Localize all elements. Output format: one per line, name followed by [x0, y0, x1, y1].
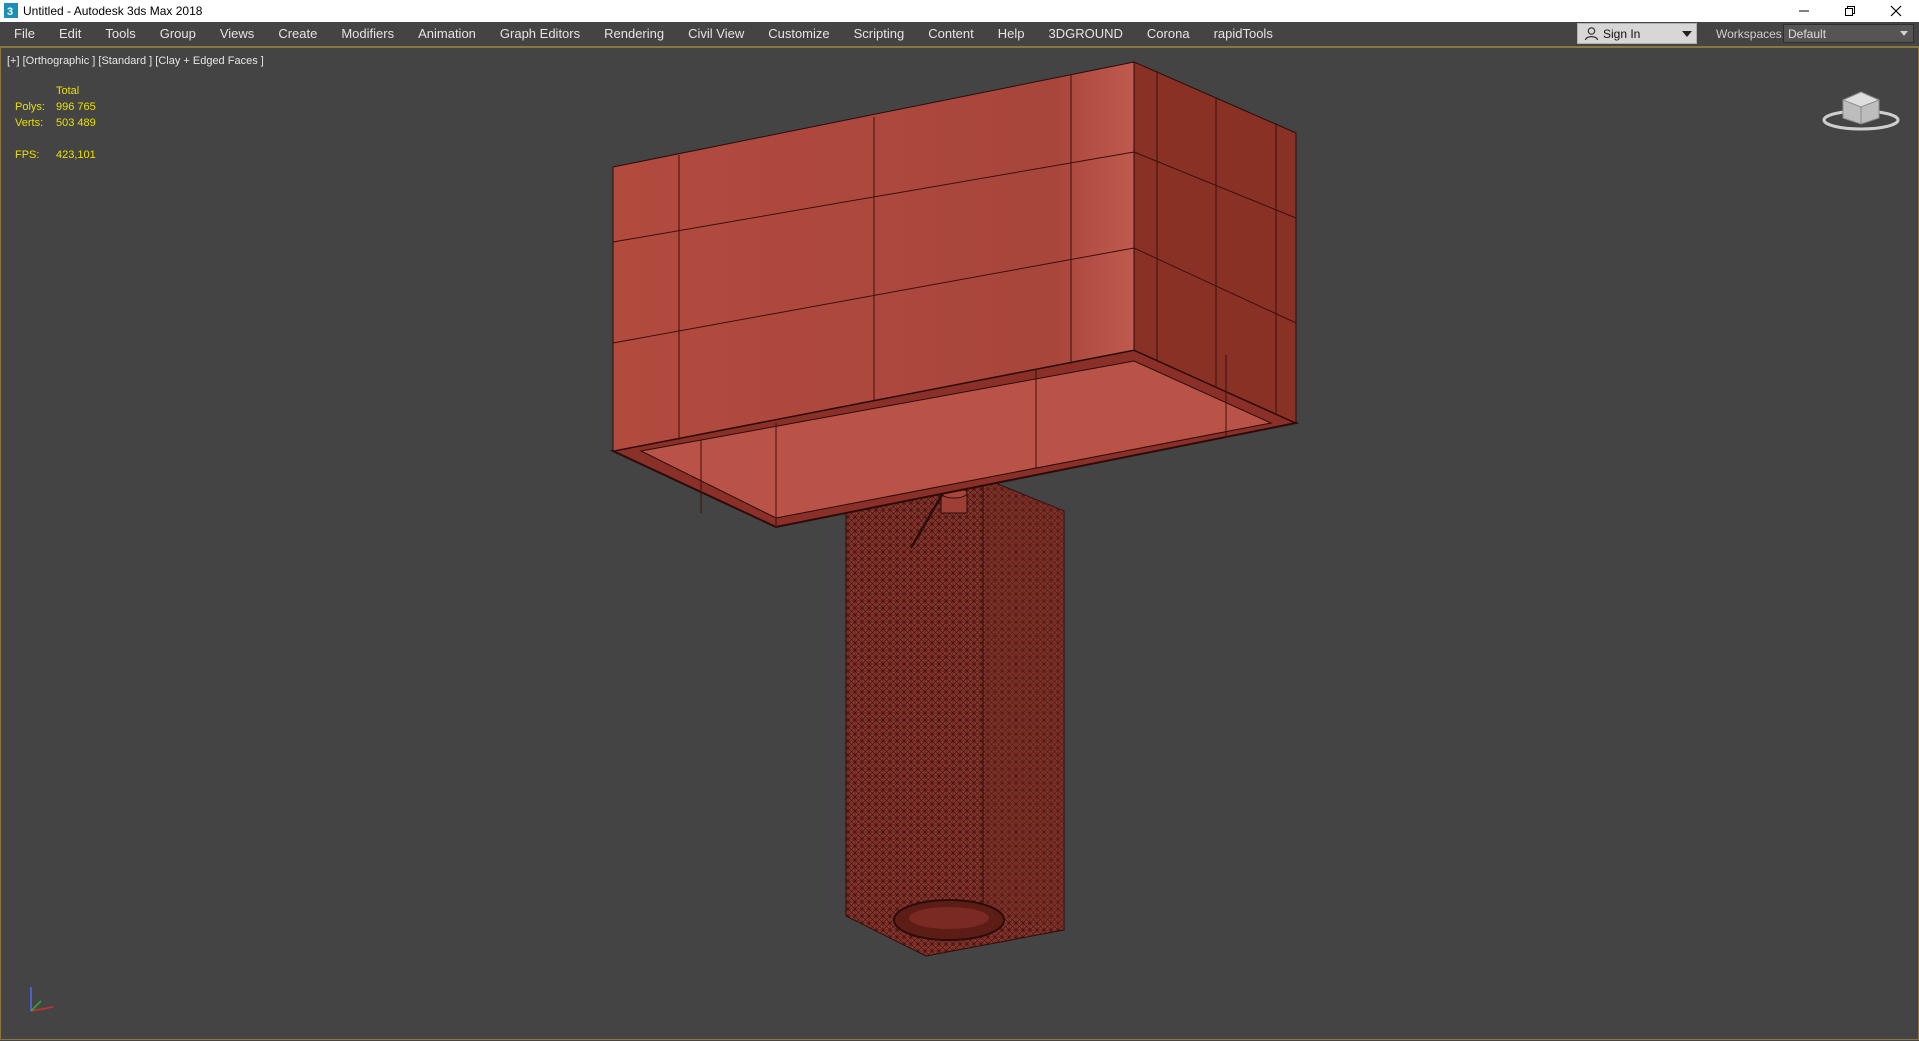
- menu-help[interactable]: Help: [986, 22, 1037, 46]
- fps-label: FPS:: [15, 149, 40, 161]
- sign-in-button[interactable]: Sign In: [1577, 23, 1697, 44]
- workspaces-value: Default: [1788, 27, 1827, 41]
- menu-civil-view[interactable]: Civil View: [676, 22, 756, 46]
- fps-value: 423,101: [56, 149, 96, 161]
- menu-tools[interactable]: Tools: [93, 22, 147, 46]
- menu-corona[interactable]: Corona: [1135, 22, 1202, 46]
- menu-list: File Edit Tools Group Views Create Modif…: [0, 22, 1285, 46]
- verts-value: 503 489: [56, 117, 96, 129]
- menu-customize[interactable]: Customize: [756, 22, 841, 46]
- restore-icon: [1845, 6, 1855, 16]
- menu-animation[interactable]: Animation: [406, 22, 488, 46]
- menu-views[interactable]: Views: [208, 22, 266, 46]
- menu-graph-editors[interactable]: Graph Editors: [488, 22, 592, 46]
- menu-modifiers[interactable]: Modifiers: [329, 22, 406, 46]
- lamp-shade: [609, 61, 1300, 529]
- menu-edit[interactable]: Edit: [47, 22, 93, 46]
- lamp-model-render: [609, 61, 1300, 957]
- lamp-base: [845, 477, 1065, 957]
- minimize-icon: [1799, 10, 1809, 12]
- user-icon: [1584, 27, 1599, 41]
- menu-content[interactable]: Content: [916, 22, 986, 46]
- menu-rendering[interactable]: Rendering: [592, 22, 676, 46]
- menu-file[interactable]: File: [0, 22, 47, 46]
- chevron-down-icon[interactable]: [1682, 31, 1692, 37]
- stats-header: Total: [56, 85, 80, 97]
- window-title: Untitled - Autodesk 3ds Max 2018: [23, 4, 203, 18]
- sign-in-label: Sign In: [1603, 27, 1641, 41]
- viewcube-icon[interactable]: [1821, 78, 1901, 138]
- close-icon: [1890, 5, 1902, 17]
- 3dsmax-app-icon: 3: [4, 3, 18, 18]
- menu-group[interactable]: Group: [148, 22, 208, 46]
- axis-tripod-icon: [30, 987, 54, 1012]
- chevron-down-icon: [1900, 31, 1908, 36]
- menu-rapidtools[interactable]: rapidTools: [1202, 22, 1285, 46]
- polys-label: Polys:: [15, 101, 45, 113]
- menu-scripting[interactable]: Scripting: [842, 22, 917, 46]
- svg-text:3: 3: [7, 6, 13, 18]
- workspaces-dropdown[interactable]: Default: [1783, 24, 1914, 43]
- menu-3dground[interactable]: 3DGROUND: [1037, 22, 1135, 46]
- restore-button[interactable]: [1827, 0, 1873, 22]
- close-button[interactable]: [1873, 0, 1919, 22]
- menu-create[interactable]: Create: [266, 22, 329, 46]
- polys-value: 996 765: [56, 101, 96, 113]
- menu-bar: File Edit Tools Group Views Create Modif…: [0, 22, 1919, 47]
- title-bar: 3 Untitled - Autodesk 3ds Max 2018: [0, 0, 1919, 22]
- minimize-button[interactable]: [1781, 0, 1827, 22]
- workspaces-label: Workspaces:: [1716, 27, 1786, 41]
- perspective-viewport[interactable]: [+] [Orthographic ] [Standard ] [Clay + …: [0, 47, 1919, 1040]
- viewport-label[interactable]: [+] [Orthographic ] [Standard ] [Clay + …: [7, 55, 264, 67]
- verts-label: Verts:: [15, 117, 44, 129]
